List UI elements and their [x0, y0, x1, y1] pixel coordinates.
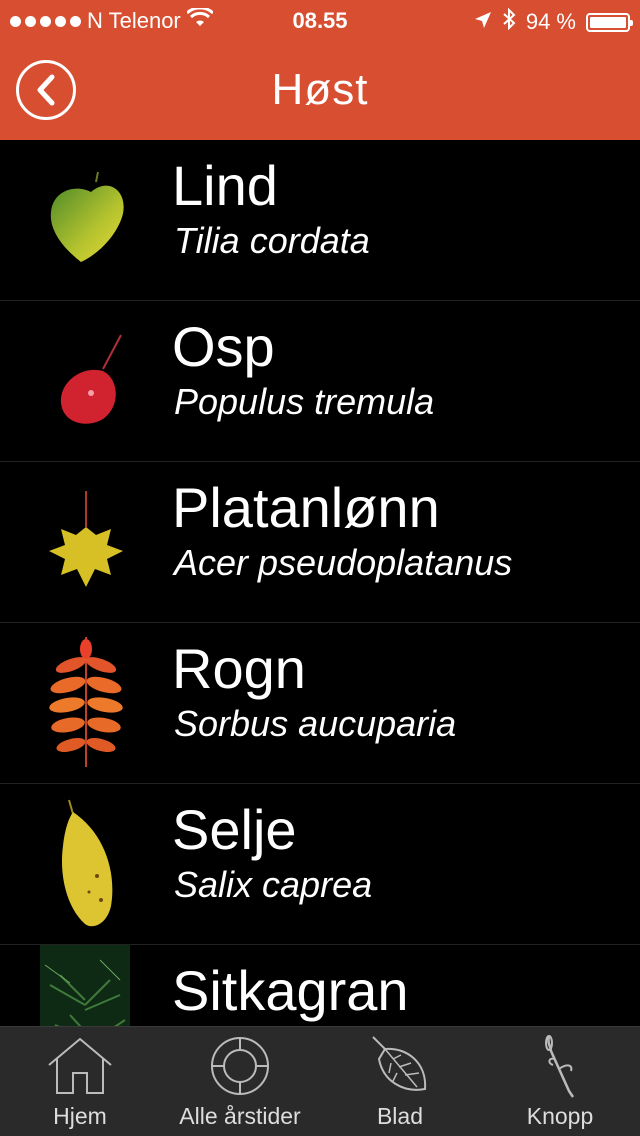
- bluetooth-icon: [502, 7, 516, 36]
- tree-name: Selje: [172, 798, 297, 861]
- battery-icon: [586, 12, 633, 32]
- rowan-leaf-icon: [36, 635, 136, 771]
- tab-bar: Hjem Alle årstider Blad Knopp: [0, 1026, 640, 1136]
- list-item-selje[interactable]: Selje Salix caprea: [0, 784, 640, 945]
- tree-latin-name: Tilia cordata: [174, 220, 370, 261]
- tree-latin-name: Salix caprea: [174, 864, 373, 905]
- navigation-bar: Høst: [0, 40, 640, 140]
- tab-label: Alle årstider: [179, 1103, 301, 1129]
- bud-twig-icon: [535, 1031, 585, 1101]
- back-button[interactable]: [16, 60, 76, 120]
- page-title: Høst: [271, 65, 369, 114]
- status-right: 94 %: [474, 7, 633, 36]
- tab-alle-arstider[interactable]: Alle årstider: [160, 1027, 320, 1136]
- tab-label: Knopp: [526, 1103, 594, 1129]
- battery-percent: 94 %: [525, 9, 576, 34]
- tree-name: Platanlønn: [172, 476, 440, 539]
- location-arrow-icon: [474, 9, 492, 35]
- tree-latin-name: Acer pseudoplatanus: [174, 542, 513, 583]
- tab-hjem[interactable]: Hjem: [0, 1027, 160, 1136]
- home-icon: [45, 1031, 115, 1101]
- tree-name: Rogn: [172, 637, 306, 700]
- maple-leaf-icon: [36, 474, 136, 610]
- list-item-rogn[interactable]: Rogn Sorbus aucuparia: [0, 623, 640, 784]
- spruce-photo-icon: [40, 945, 130, 1026]
- aspen-leaf-icon: [36, 313, 136, 449]
- willow-leaf-icon: [36, 796, 136, 932]
- tree-name: Osp: [172, 315, 275, 378]
- tree-latin-name: Populus tremula: [174, 381, 435, 422]
- seasons-wheel-icon: [209, 1031, 271, 1101]
- tab-knopp[interactable]: Knopp: [480, 1027, 640, 1136]
- tree-latin-name: Sorbus aucuparia: [174, 703, 457, 744]
- list-item-osp[interactable]: Osp Populus tremula: [0, 301, 640, 462]
- tree-name: Lind: [172, 154, 278, 217]
- tree-list: Lind Tilia cordata Osp Populus tremula P…: [0, 140, 640, 1026]
- tab-blad[interactable]: Blad: [320, 1027, 480, 1136]
- tab-label: Blad: [376, 1103, 424, 1129]
- list-item-lind[interactable]: Lind Tilia cordata: [0, 140, 640, 301]
- leaf-outline-icon: [367, 1031, 433, 1101]
- chevron-left-icon: [37, 74, 55, 106]
- list-item-sitkagran[interactable]: Sitkagran: [0, 945, 640, 1026]
- status-bar: N Telenor 08.55 94 %: [0, 0, 640, 40]
- linden-leaf-icon: [36, 152, 136, 288]
- tab-label: Hjem: [53, 1103, 107, 1129]
- list-item-platanlonn[interactable]: Platanlønn Acer pseudoplatanus: [0, 462, 640, 623]
- tree-name: Sitkagran: [172, 959, 409, 1022]
